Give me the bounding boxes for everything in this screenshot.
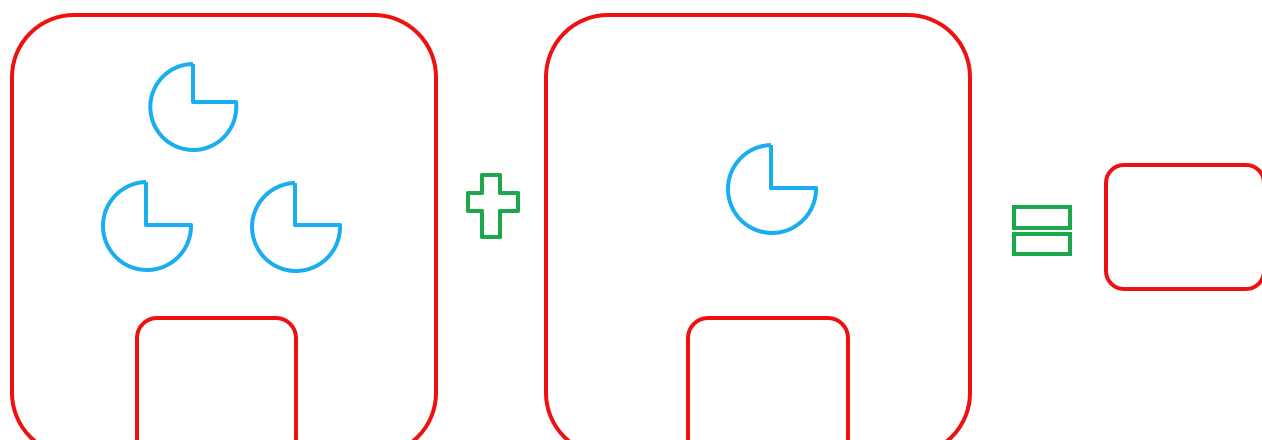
- pie-icon-center: [726, 143, 819, 235]
- left-answer-box[interactable]: [135, 316, 298, 440]
- pie-icon-bottom-right: [250, 181, 343, 273]
- addition-puzzle-diagram: [10, 13, 1262, 440]
- equals-bar-bottom: [1012, 232, 1072, 256]
- result-box[interactable]: [1104, 163, 1262, 291]
- left-group-frame: [10, 13, 438, 440]
- equals-bar-top: [1012, 205, 1072, 230]
- pie-icon-bottom-left: [101, 180, 194, 272]
- plus-icon: [466, 173, 520, 239]
- right-group: [544, 13, 972, 440]
- left-group: [10, 13, 438, 440]
- pie-icon-top: [148, 62, 239, 152]
- equals-icon: [1012, 205, 1072, 256]
- right-group-frame: [544, 13, 972, 440]
- right-answer-box[interactable]: [686, 316, 850, 440]
